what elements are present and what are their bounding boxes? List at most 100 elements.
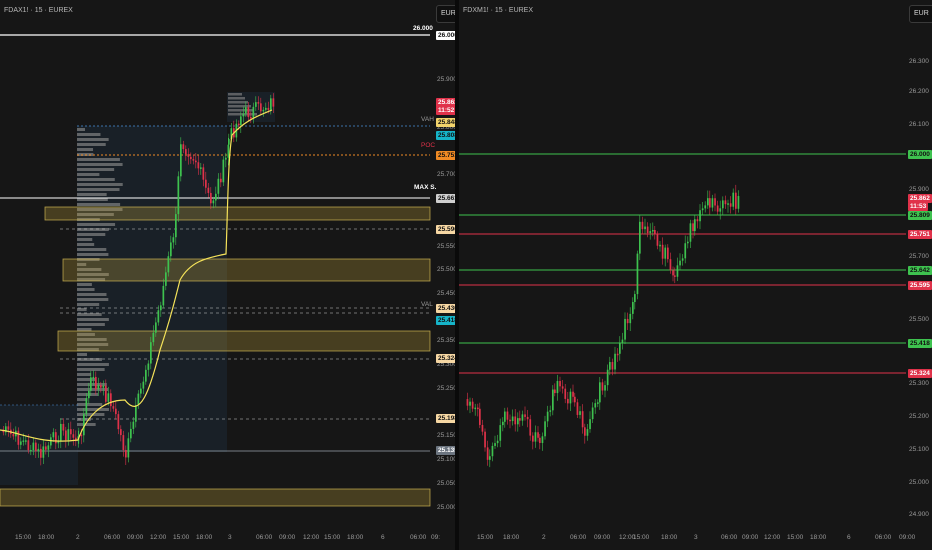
- candle-body: [35, 442, 37, 452]
- price-tag: 26.000: [908, 150, 932, 159]
- candle-body: [601, 382, 604, 391]
- candle-body: [147, 363, 150, 370]
- candle-body: [684, 243, 687, 259]
- volume-profile-bar: [228, 105, 251, 108]
- volume-profile-bar: [77, 238, 93, 241]
- price-scale-label: 25.500: [909, 316, 929, 323]
- candle-body: [270, 98, 272, 110]
- top-line-label: 26.000: [413, 25, 433, 32]
- candle-body: [614, 353, 616, 370]
- candle-body: [267, 107, 270, 110]
- candle-body: [152, 332, 155, 343]
- candle-body: [641, 221, 644, 230]
- volume-profile-bar: [77, 193, 107, 196]
- candle-body: [719, 208, 722, 212]
- time-scale-label: 09:00: [742, 534, 759, 541]
- candle-body: [52, 432, 55, 438]
- time-scale-label: 6: [381, 534, 385, 541]
- time-scale-label: 06:00: [875, 534, 892, 541]
- volume-profile-bar: [77, 203, 121, 206]
- candle-body: [619, 342, 621, 354]
- candle-body: [157, 310, 160, 323]
- right-chart-title: FDXM1! · 15 · EUREX: [463, 7, 534, 14]
- candle-body: [185, 149, 187, 155]
- candle-body: [238, 123, 240, 126]
- candle-body: [105, 385, 107, 402]
- candle-body: [529, 419, 532, 436]
- price-scale-label: 25.150: [437, 432, 455, 440]
- time-scale-label: 12:00: [764, 534, 781, 541]
- candle-body: [664, 247, 667, 259]
- price-tag: 25.596: [436, 225, 455, 234]
- candle-body: [586, 429, 589, 436]
- session-background: [0, 405, 78, 485]
- price-scale-label: 25.100: [909, 446, 929, 453]
- right-chart-pane[interactable]: FDXM1! · 15 · EUREX EUR 26.300 26.200 26.1…: [459, 0, 932, 550]
- time-scale-label: 09:00: [279, 534, 296, 541]
- candle-body: [667, 247, 669, 260]
- candle-body: [589, 419, 591, 430]
- candle-body: [190, 156, 192, 160]
- price-tag: 25.418: [436, 316, 455, 325]
- candle-body: [735, 192, 737, 209]
- candle-body: [574, 396, 576, 403]
- volume-profile-bar: [77, 173, 100, 176]
- price-tag: 25.751: [908, 230, 932, 239]
- candle-body: [727, 203, 729, 205]
- candle-body: [729, 203, 732, 207]
- right-chart-canvas[interactable]: [459, 0, 932, 550]
- volume-profile-bar: [77, 248, 107, 251]
- candle-body: [242, 113, 245, 117]
- price-tag: 25.661: [436, 194, 455, 203]
- candle-body: [140, 388, 142, 394]
- volume-profile-bar: [77, 353, 88, 356]
- candle-body: [65, 430, 67, 441]
- price-tag: 25.808: [436, 131, 455, 140]
- candle-body: [222, 159, 225, 183]
- volume-profile-bar: [77, 363, 109, 366]
- candle-body: [37, 448, 40, 452]
- price-scale-label: 25.000: [437, 503, 455, 511]
- candle-body: [42, 446, 45, 458]
- candle-body: [616, 353, 619, 356]
- candle-body: [122, 435, 125, 450]
- left-chart-canvas[interactable]: [0, 0, 455, 550]
- candle-body: [694, 219, 696, 232]
- volume-profile-bar: [77, 308, 87, 311]
- candle-body: [599, 382, 601, 403]
- candle-body: [40, 448, 42, 458]
- candle-body: [711, 198, 714, 208]
- candle-body: [132, 421, 135, 429]
- candle-body: [85, 398, 88, 415]
- candle-body: [180, 144, 182, 177]
- time-scale-label: 6: [847, 534, 851, 541]
- price-scale-label: 25.550: [437, 242, 455, 250]
- volume-profile-bar: [77, 178, 115, 181]
- supply-demand-zone: [57, 330, 431, 352]
- volume-profile-bar: [77, 183, 123, 186]
- time-scale-label: 18:00: [503, 534, 520, 541]
- candle-body: [489, 456, 491, 460]
- left-chart-pane[interactable]: FDAX1! · 15 · EUREX EUR 25.900 25.800 25.7…: [0, 0, 455, 550]
- candle-body: [27, 440, 30, 451]
- time-scale-label: 06:00: [256, 534, 273, 541]
- left-currency-button[interactable]: EUR: [436, 5, 455, 23]
- volume-profile-bar: [77, 233, 106, 236]
- candle-body: [679, 260, 681, 266]
- candle-body: [644, 226, 646, 230]
- time-scale-label: 15:00: [477, 534, 494, 541]
- candle-body: [544, 421, 546, 437]
- candle-body: [541, 436, 544, 443]
- candle-body: [564, 388, 567, 399]
- candle-body: [22, 440, 25, 442]
- candle-body: [672, 270, 674, 276]
- volume-profile-bar: [77, 253, 109, 256]
- right-currency-button[interactable]: EUR: [909, 5, 932, 23]
- candle-body: [120, 429, 122, 436]
- candle-body: [481, 424, 484, 432]
- candle-body: [714, 198, 716, 206]
- candle-body: [552, 389, 554, 411]
- price-scale-label: 26.100: [909, 121, 929, 128]
- price-scale-label: 25.200: [909, 413, 929, 420]
- time-scale-label: 09:00: [899, 534, 916, 541]
